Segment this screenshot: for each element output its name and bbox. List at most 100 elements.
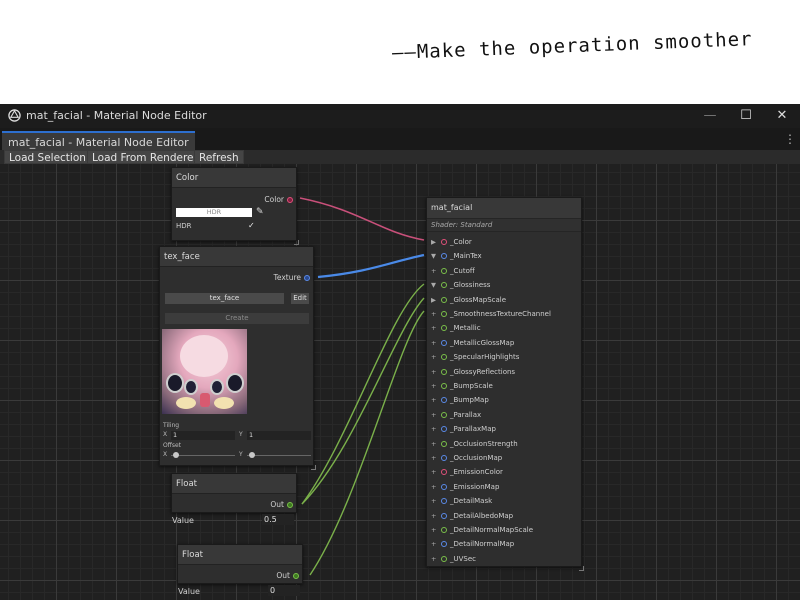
float-output-port[interactable]: Out (276, 570, 299, 582)
offset-y-slider-knob[interactable] (249, 452, 255, 458)
property-input-port[interactable] (441, 512, 447, 519)
property-input-port[interactable] (441, 440, 447, 447)
expand-arrow-icon[interactable]: ▶ (431, 235, 441, 249)
float-node-title[interactable]: Float (178, 545, 302, 565)
color-swatch-field[interactable]: HDR (176, 208, 252, 217)
material-node-title[interactable]: mat_facial (427, 198, 581, 218)
eyedropper-icon[interactable]: ✎ (256, 207, 264, 217)
property-input-port[interactable] (441, 541, 447, 548)
maximize-button[interactable]: ☐ (728, 104, 764, 128)
material-property-row[interactable]: ▶ _Color (431, 235, 472, 249)
resize-handle[interactable] (579, 566, 584, 571)
texture-node-title[interactable]: tex_face (160, 247, 313, 267)
property-input-port[interactable] (441, 282, 447, 289)
hdr-checkbox[interactable]: ✓ (248, 221, 255, 230)
expand-arrow-icon[interactable]: + (431, 350, 441, 364)
float-node[interactable]: Float Out Value 0 (177, 544, 303, 596)
material-property-row[interactable]: + _BumpMap (431, 393, 489, 407)
refresh-button[interactable]: Refresh (194, 150, 244, 164)
node-graph-canvas[interactable] (0, 164, 800, 600)
material-property-row[interactable]: + _DetailAlbedoMap (431, 509, 513, 523)
expand-arrow-icon[interactable]: + (431, 264, 441, 278)
expand-arrow-icon[interactable]: + (431, 523, 441, 537)
material-property-row[interactable]: + _MetallicGlossMap (431, 336, 514, 350)
material-property-row[interactable]: + _OcclusionStrength (431, 437, 518, 451)
material-property-row[interactable]: + _UVSec (431, 552, 476, 566)
expand-arrow-icon[interactable]: + (431, 552, 441, 566)
color-node[interactable]: Color Color HDR ✎ HDR ✓ (171, 167, 299, 245)
property-input-port[interactable] (441, 325, 447, 332)
float-port-dot[interactable] (293, 573, 299, 579)
expand-arrow-icon[interactable]: + (431, 307, 441, 321)
material-property-row[interactable]: ▼ _Glossiness (431, 278, 490, 292)
property-input-port[interactable] (441, 253, 447, 260)
expand-arrow-icon[interactable]: ▼ (431, 278, 441, 292)
material-property-row[interactable]: + _EmissionColor (431, 465, 503, 479)
property-input-port[interactable] (441, 383, 447, 389)
load-selection-button[interactable]: Load Selection (4, 150, 91, 164)
property-input-port[interactable] (441, 411, 447, 418)
float-value-field[interactable]: 0 (268, 585, 300, 596)
float-node-title[interactable]: Float (172, 474, 296, 494)
tiling-y-field[interactable]: 1 (247, 431, 311, 440)
expand-arrow-icon[interactable]: + (431, 480, 441, 494)
property-input-port[interactable] (441, 469, 447, 476)
expand-arrow-icon[interactable]: + (431, 465, 441, 479)
property-input-port[interactable] (441, 354, 447, 361)
texture-node[interactable]: tex_face Texture tex_face Edit Create Ti… (159, 246, 316, 470)
material-property-row[interactable]: + _SpecularHighlights (431, 350, 519, 364)
property-input-port[interactable] (441, 368, 447, 375)
float-port-dot[interactable] (287, 502, 293, 508)
property-input-port[interactable] (441, 397, 447, 404)
property-input-port[interactable] (441, 267, 447, 274)
tab-material-node-editor[interactable]: mat_facial - Material Node Editor (2, 131, 195, 150)
float-output-port[interactable]: Out (270, 499, 293, 511)
material-property-row[interactable]: + _DetailNormalMap (431, 537, 514, 551)
material-property-row[interactable]: + _BumpScale (431, 379, 493, 393)
offset-y-slider-track[interactable] (247, 455, 311, 456)
create-button[interactable]: Create (165, 313, 309, 324)
expand-arrow-icon[interactable]: ▼ (431, 249, 441, 263)
material-property-row[interactable]: + _Metallic (431, 321, 481, 335)
color-port-dot[interactable] (287, 197, 293, 203)
load-from-renderer-button[interactable]: Load From Renderer (87, 150, 203, 164)
expand-arrow-icon[interactable]: + (431, 494, 441, 508)
expand-arrow-icon[interactable]: + (431, 537, 441, 551)
color-node-title[interactable]: Color (172, 168, 296, 188)
property-input-port[interactable] (441, 296, 447, 303)
expand-arrow-icon[interactable]: + (431, 437, 441, 451)
material-property-row[interactable]: + _DetailNormalMapScale (431, 523, 533, 537)
property-input-port[interactable] (441, 311, 447, 317)
property-input-port[interactable] (441, 339, 447, 346)
material-property-row[interactable]: + _DetailMask (431, 494, 492, 508)
texture-port-dot[interactable] (304, 275, 310, 281)
expand-arrow-icon[interactable]: + (431, 451, 441, 465)
float-node[interactable]: Float Out Value 0.5 (171, 473, 297, 525)
expand-arrow-icon[interactable]: + (431, 321, 441, 335)
minimize-button[interactable]: — (692, 104, 728, 128)
property-input-port[interactable] (441, 498, 447, 505)
material-property-row[interactable]: + _Cutoff (431, 264, 475, 278)
material-property-row[interactable]: + _GlossyReflections (431, 365, 515, 379)
property-input-port[interactable] (441, 555, 447, 562)
property-input-port[interactable] (441, 483, 447, 490)
expand-arrow-icon[interactable]: + (431, 509, 441, 523)
expand-arrow-icon[interactable]: + (431, 379, 441, 393)
material-property-row[interactable]: + _EmissionMap (431, 480, 499, 494)
material-node[interactable]: mat_facial Shader: Standard ▶ _Color ▼ _Mai… (426, 197, 584, 571)
material-property-row[interactable]: ▼ _MainTex (431, 249, 482, 263)
property-input-port[interactable] (441, 527, 447, 533)
material-property-row[interactable]: ▶ _GlossMapScale (431, 293, 506, 307)
expand-arrow-icon[interactable]: + (431, 393, 441, 407)
material-property-row[interactable]: + _SmoothnessTextureChannel (431, 307, 551, 321)
offset-x-slider-track[interactable] (171, 455, 235, 456)
texture-name-field[interactable]: tex_face (165, 293, 284, 304)
float-value-field[interactable]: 0.5 (262, 514, 294, 525)
edit-button[interactable]: Edit (291, 293, 309, 304)
resize-handle[interactable] (294, 240, 299, 245)
tab-menu-icon[interactable]: ⋮ (784, 132, 796, 146)
material-property-row[interactable]: + _Parallax (431, 408, 481, 422)
close-button[interactable]: ✕ (764, 104, 800, 128)
texture-output-port[interactable]: Texture (274, 272, 310, 284)
expand-arrow-icon[interactable]: + (431, 365, 441, 379)
